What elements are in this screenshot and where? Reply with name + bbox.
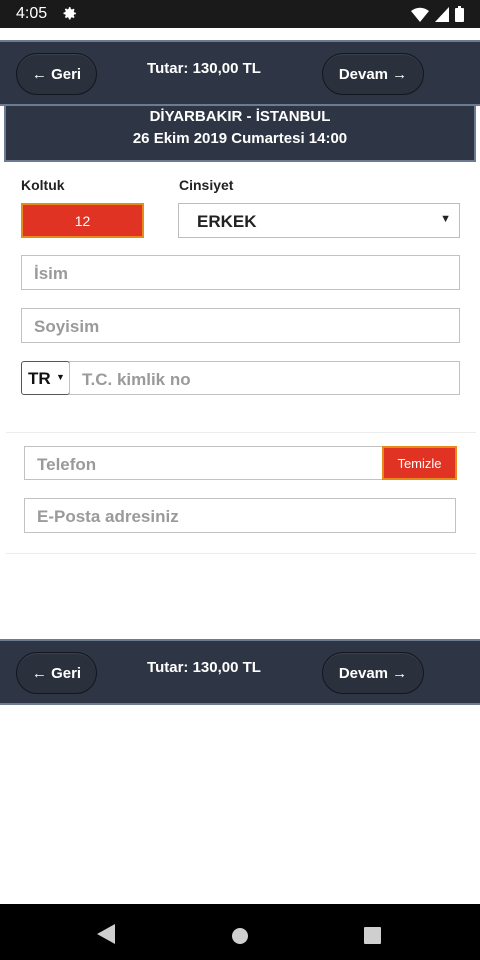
- status-bar: 4:05: [0, 0, 480, 28]
- total-amount: Tutar: 130,00 TL: [147, 60, 261, 77]
- dropdown-arrow-icon: ▼: [56, 372, 65, 382]
- route-datetime: 26 Ekim 2019 Cumartesi 14:00: [132, 130, 348, 147]
- phone-placeholder: Telefon: [37, 455, 97, 474]
- first-name-field[interactable]: İsim: [21, 255, 460, 290]
- route-header: DİYARBAKIR - İSTANBUL 26 Ekim 2019 Cumar…: [4, 106, 476, 162]
- email-placeholder: E-Posta adresiniz: [37, 507, 179, 526]
- home-circle-icon[interactable]: [231, 927, 249, 945]
- id-number-placeholder: T.C. kimlik no: [82, 370, 191, 389]
- seat-number: 12: [21, 203, 144, 238]
- last-name-field[interactable]: Soyisim: [21, 308, 460, 343]
- status-time: 4:05: [16, 5, 48, 22]
- country-code-value: TR: [28, 369, 51, 388]
- system-icons: [411, 6, 464, 22]
- gear-icon: [63, 7, 76, 20]
- clear-button[interactable]: Temizle: [382, 446, 457, 480]
- total-amount: Tutar: 130,00 TL: [147, 659, 261, 676]
- system-nav-bar: [0, 904, 480, 960]
- back-button[interactable]: ← Geri: [16, 652, 97, 694]
- top-nav-bar: ← Geri Tutar: 130,00 TL Devam →: [0, 40, 480, 106]
- gender-value: ERKEK: [197, 212, 257, 231]
- bottom-nav-bar: ← Geri Tutar: 130,00 TL Devam →: [0, 639, 480, 705]
- first-name-placeholder: İsim: [34, 264, 69, 283]
- signal-icon: [435, 6, 449, 22]
- battery-icon: [455, 6, 464, 22]
- continue-button[interactable]: Devam →: [322, 53, 424, 95]
- wifi-icon: [411, 7, 429, 22]
- seat-label: Koltuk: [21, 177, 65, 193]
- back-triangle-icon[interactable]: [97, 924, 115, 944]
- back-button[interactable]: ← Geri: [16, 53, 97, 95]
- gender-label: Cinsiyet: [179, 177, 234, 193]
- route-cities: DİYARBAKIR - İSTANBUL: [149, 108, 331, 125]
- email-field[interactable]: E-Posta adresiniz: [24, 498, 456, 533]
- gender-select[interactable]: ERKEK ▼: [178, 203, 460, 238]
- dropdown-arrow-icon: ▼: [440, 213, 451, 225]
- id-number-field[interactable]: T.C. kimlik no: [69, 361, 460, 395]
- phone-field[interactable]: Telefon: [24, 446, 384, 480]
- last-name-placeholder: Soyisim: [34, 317, 100, 336]
- recents-square-icon[interactable]: [364, 927, 381, 944]
- continue-button[interactable]: Devam →: [322, 652, 424, 694]
- country-code-select[interactable]: TR ▼: [21, 361, 70, 395]
